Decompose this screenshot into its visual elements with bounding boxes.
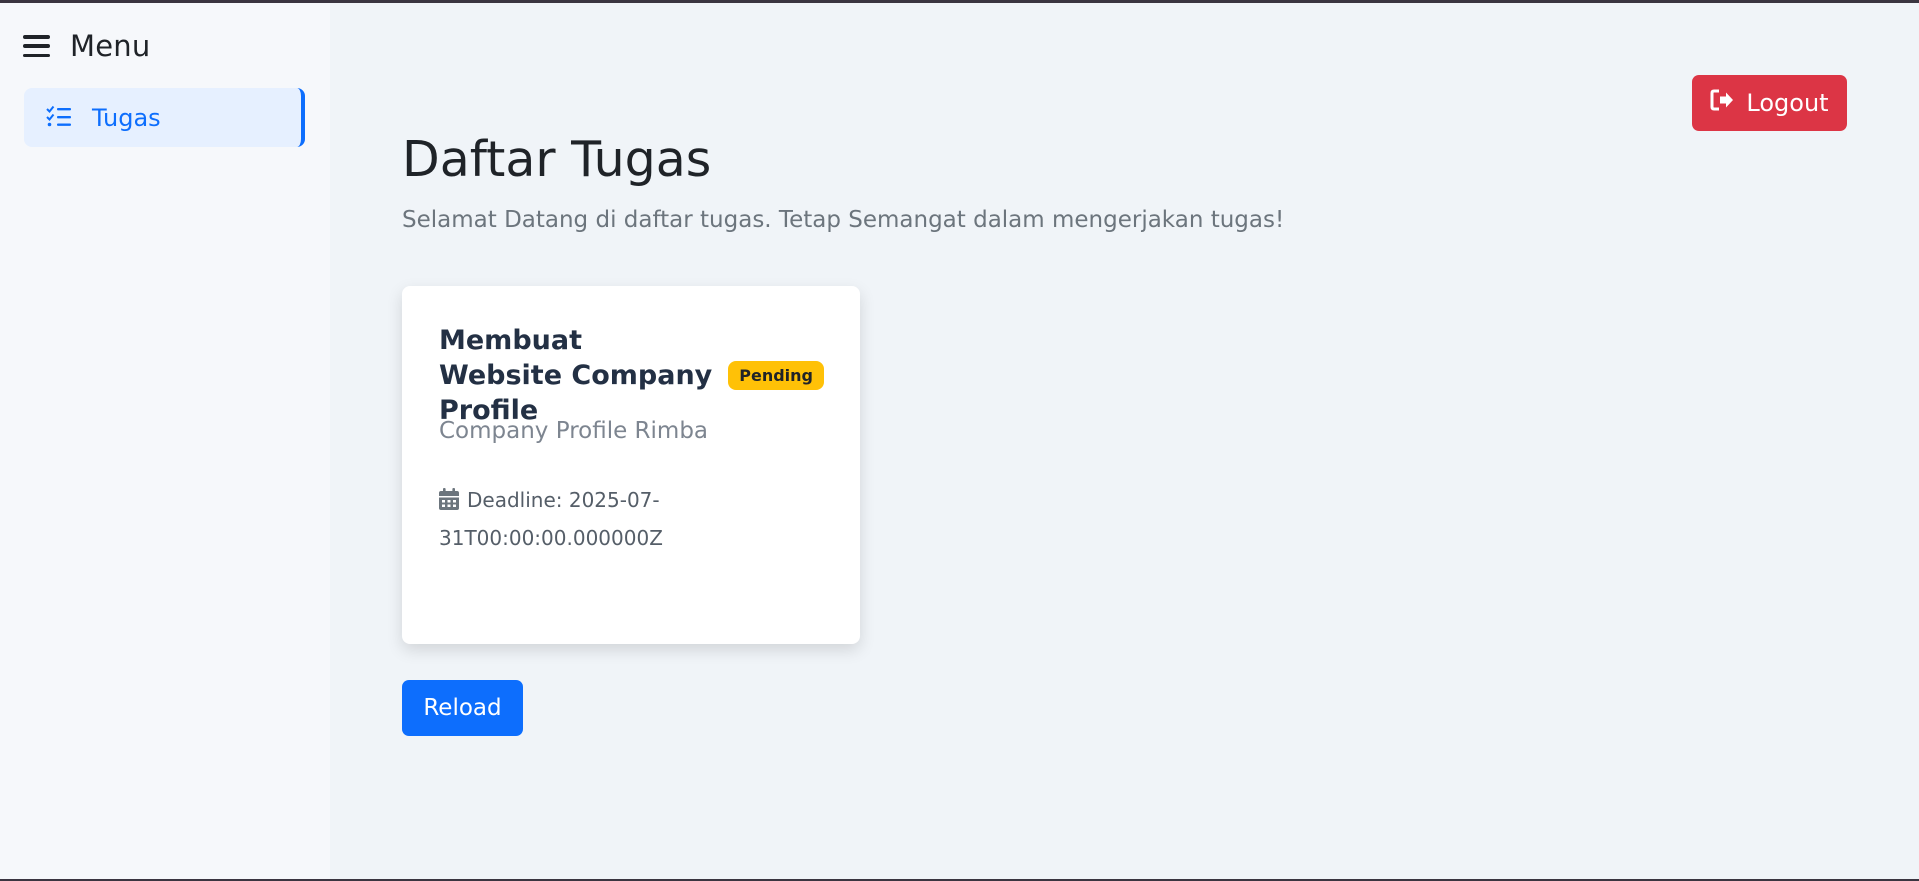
sidebar-item-tugas[interactable]: Tugas (24, 88, 305, 147)
page-subtitle: Selamat Datang di daftar tugas. Tetap Se… (402, 207, 1285, 233)
logout-button[interactable]: Logout (1692, 75, 1847, 131)
logout-label: Logout (1746, 89, 1829, 117)
list-check-icon (46, 105, 72, 131)
task-title: Membuat Website Company Profile (439, 325, 713, 426)
task-deadline: Deadline: 2025-07-31T00:00:00.000000Z (439, 481, 824, 557)
sidebar-item-label: Tugas (92, 103, 161, 132)
page-title: Daftar Tugas (402, 131, 712, 188)
task-deadline-text: Deadline: 2025-07-31T00:00:00.000000Z (439, 488, 663, 550)
menu-title: Menu (70, 29, 151, 63)
app-frame: Menu Tugas Logout Daftar Tugas Selamat D… (0, 0, 1919, 881)
task-description: Company Profile Rimba (439, 418, 709, 444)
reload-button[interactable]: Reload (402, 680, 523, 736)
task-card: Membuat Website Company Profile Pending … (402, 286, 860, 644)
task-card-header: Membuat Website Company Profile Pending (439, 323, 824, 428)
sidebar: Menu Tugas (0, 3, 330, 879)
sign-out-icon (1710, 89, 1734, 117)
menu-header[interactable]: Menu (23, 29, 150, 63)
status-badge: Pending (728, 361, 824, 390)
calendar-icon (439, 488, 467, 512)
hamburger-icon[interactable] (23, 35, 50, 57)
main-content: Logout Daftar Tugas Selamat Datang di da… (330, 3, 1919, 879)
